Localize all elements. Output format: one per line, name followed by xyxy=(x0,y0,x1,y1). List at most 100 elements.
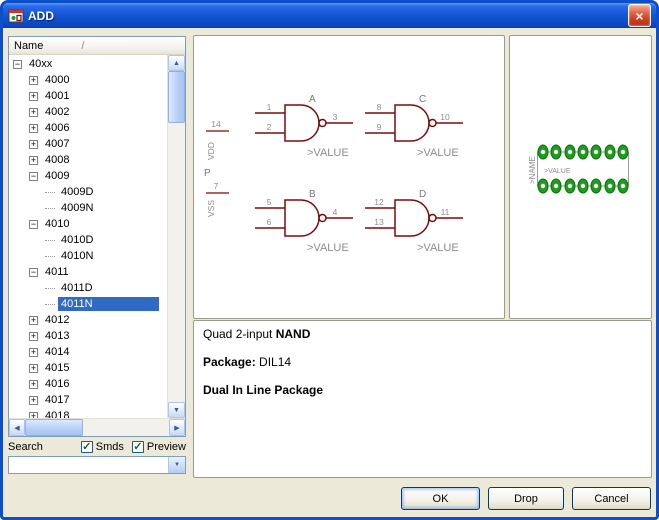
scrollbar-track[interactable] xyxy=(25,419,169,436)
expand-icon[interactable]: + xyxy=(29,156,38,165)
chevron-down-icon: ▼ xyxy=(174,462,180,468)
pin-number: 3 xyxy=(333,112,338,122)
expand-icon[interactable]: + xyxy=(29,76,38,85)
tree-item[interactable]: +4006 xyxy=(9,120,167,136)
collapse-icon[interactable]: − xyxy=(29,220,38,229)
pin-number: 4 xyxy=(333,207,338,217)
expand-icon[interactable]: + xyxy=(29,364,38,373)
close-button[interactable]: × xyxy=(628,4,651,27)
tree-item[interactable]: +4001 xyxy=(9,88,167,104)
tree-horizontal-scrollbar[interactable]: ◀ ▶ xyxy=(9,418,185,436)
tree-item[interactable]: +4014 xyxy=(9,344,167,360)
value-placeholder: >VALUE xyxy=(307,242,349,254)
search-label: Search xyxy=(8,441,73,453)
tree-item[interactable]: 4009N xyxy=(9,200,167,216)
dropdown-button[interactable]: ▼ xyxy=(168,457,185,473)
tree-item[interactable]: +4013 xyxy=(9,328,167,344)
tree-item-label: 4011 xyxy=(42,265,72,279)
tree-item-label: 4009D xyxy=(58,185,96,199)
tree-item[interactable]: +4007 xyxy=(9,136,167,152)
tree-item-label: 4010 xyxy=(42,217,72,231)
search-input[interactable] xyxy=(9,457,168,473)
titlebar[interactable]: ADD × xyxy=(3,3,656,28)
tree-item[interactable]: −40xx xyxy=(9,56,167,72)
tree-item[interactable]: +4018 xyxy=(9,408,167,418)
tree-connector xyxy=(45,207,55,209)
pin-number: 12 xyxy=(374,197,384,207)
tree-item-label: 4010N xyxy=(58,249,96,263)
tree-item-label: 4016 xyxy=(42,377,72,391)
pin-number: 6 xyxy=(267,217,272,227)
tree-item[interactable]: +4015 xyxy=(9,360,167,376)
scroll-up-button[interactable]: ▲ xyxy=(168,55,185,71)
description-line: Dual In Line Package xyxy=(203,383,642,397)
expand-icon[interactable]: + xyxy=(29,92,38,101)
name-placeholder: >NAME xyxy=(528,156,537,184)
tree-item[interactable]: −4011 xyxy=(9,264,167,280)
tree-connector xyxy=(45,255,55,257)
preview-checkbox[interactable]: ✓ Preview xyxy=(132,441,186,453)
collapse-icon[interactable]: − xyxy=(13,60,22,69)
expand-icon[interactable]: + xyxy=(29,108,38,117)
tree-item-label: 4013 xyxy=(42,329,72,343)
add-dialog: ADD × Name / −40xx+4000+4001+4002+4006+4… xyxy=(0,0,659,520)
tree-column-header[interactable]: Name / xyxy=(9,37,185,55)
pin-number: 9 xyxy=(377,122,382,132)
expand-icon[interactable]: + xyxy=(29,332,38,341)
expand-icon[interactable]: + xyxy=(29,348,38,357)
tree-item-label: 40xx xyxy=(26,57,55,71)
tree-item[interactable]: −4010 xyxy=(9,216,167,232)
tree-item-label: 4015 xyxy=(42,361,72,375)
value-placeholder: >VALUE xyxy=(544,168,571,175)
pin-name: VSS xyxy=(206,200,216,217)
arrow-right-icon: ▶ xyxy=(174,424,179,432)
tree-item[interactable]: 4010D xyxy=(9,232,167,248)
scroll-right-button[interactable]: ▶ xyxy=(169,419,185,436)
tree-item[interactable]: +4012 xyxy=(9,312,167,328)
scrollbar-thumb[interactable] xyxy=(25,419,83,436)
tree-item-label: 4012 xyxy=(42,313,72,327)
scroll-left-button[interactable]: ◀ xyxy=(9,419,25,436)
package-preview-panel: >NAME >VALUE xyxy=(509,35,652,319)
tree-vertical-scrollbar[interactable]: ▲ ▼ xyxy=(167,55,185,418)
pin-number: 13 xyxy=(374,217,384,227)
nand-gate: B 5 6 4 >VALUE xyxy=(255,189,353,254)
smds-label: Smds xyxy=(96,441,124,453)
tree-item[interactable]: 4011D xyxy=(9,280,167,296)
search-combobox[interactable]: ▼ xyxy=(8,456,186,474)
tree-item[interactable]: 4011N xyxy=(9,296,167,312)
collapse-icon[interactable]: − xyxy=(29,268,38,277)
expand-icon[interactable]: + xyxy=(29,140,38,149)
collapse-icon[interactable]: − xyxy=(29,172,38,181)
scrollbar-track[interactable] xyxy=(168,71,185,402)
cancel-button[interactable]: Cancel xyxy=(572,487,651,510)
expand-icon[interactable]: + xyxy=(29,316,38,325)
tree-item[interactable]: +4000 xyxy=(9,72,167,88)
scrollbar-thumb[interactable] xyxy=(168,71,185,123)
pin-number: 8 xyxy=(377,102,382,112)
tree-item-label: 4001 xyxy=(42,89,72,103)
value-placeholder: >VALUE xyxy=(417,242,459,254)
tree-item-label: 4006 xyxy=(42,121,72,135)
tree-item[interactable]: +4016 xyxy=(9,376,167,392)
drop-button[interactable]: Drop xyxy=(488,487,564,510)
ok-button[interactable]: OK xyxy=(401,487,480,510)
scroll-down-button[interactable]: ▼ xyxy=(168,402,185,418)
tree-item[interactable]: +4002 xyxy=(9,104,167,120)
button-row: OK Drop Cancel xyxy=(3,487,651,510)
tree-item-label: 4007 xyxy=(42,137,72,151)
pin-number: 11 xyxy=(441,207,450,217)
tree-item[interactable]: +4008 xyxy=(9,152,167,168)
tree-item-label: 4002 xyxy=(42,105,72,119)
tree-connector xyxy=(45,303,55,305)
tree-item[interactable]: 4009D xyxy=(9,184,167,200)
tree-item[interactable]: 4010N xyxy=(9,248,167,264)
tree-item[interactable]: +4017 xyxy=(9,392,167,408)
expand-icon[interactable]: + xyxy=(29,124,38,133)
expand-icon[interactable]: + xyxy=(29,396,38,405)
tree-item-label: 4011N xyxy=(58,297,159,311)
tree-item[interactable]: −4009 xyxy=(9,168,167,184)
smds-checkbox[interactable]: ✓ Smds xyxy=(81,441,124,453)
expand-icon[interactable]: + xyxy=(29,380,38,389)
arrow-down-icon: ▼ xyxy=(173,407,180,414)
